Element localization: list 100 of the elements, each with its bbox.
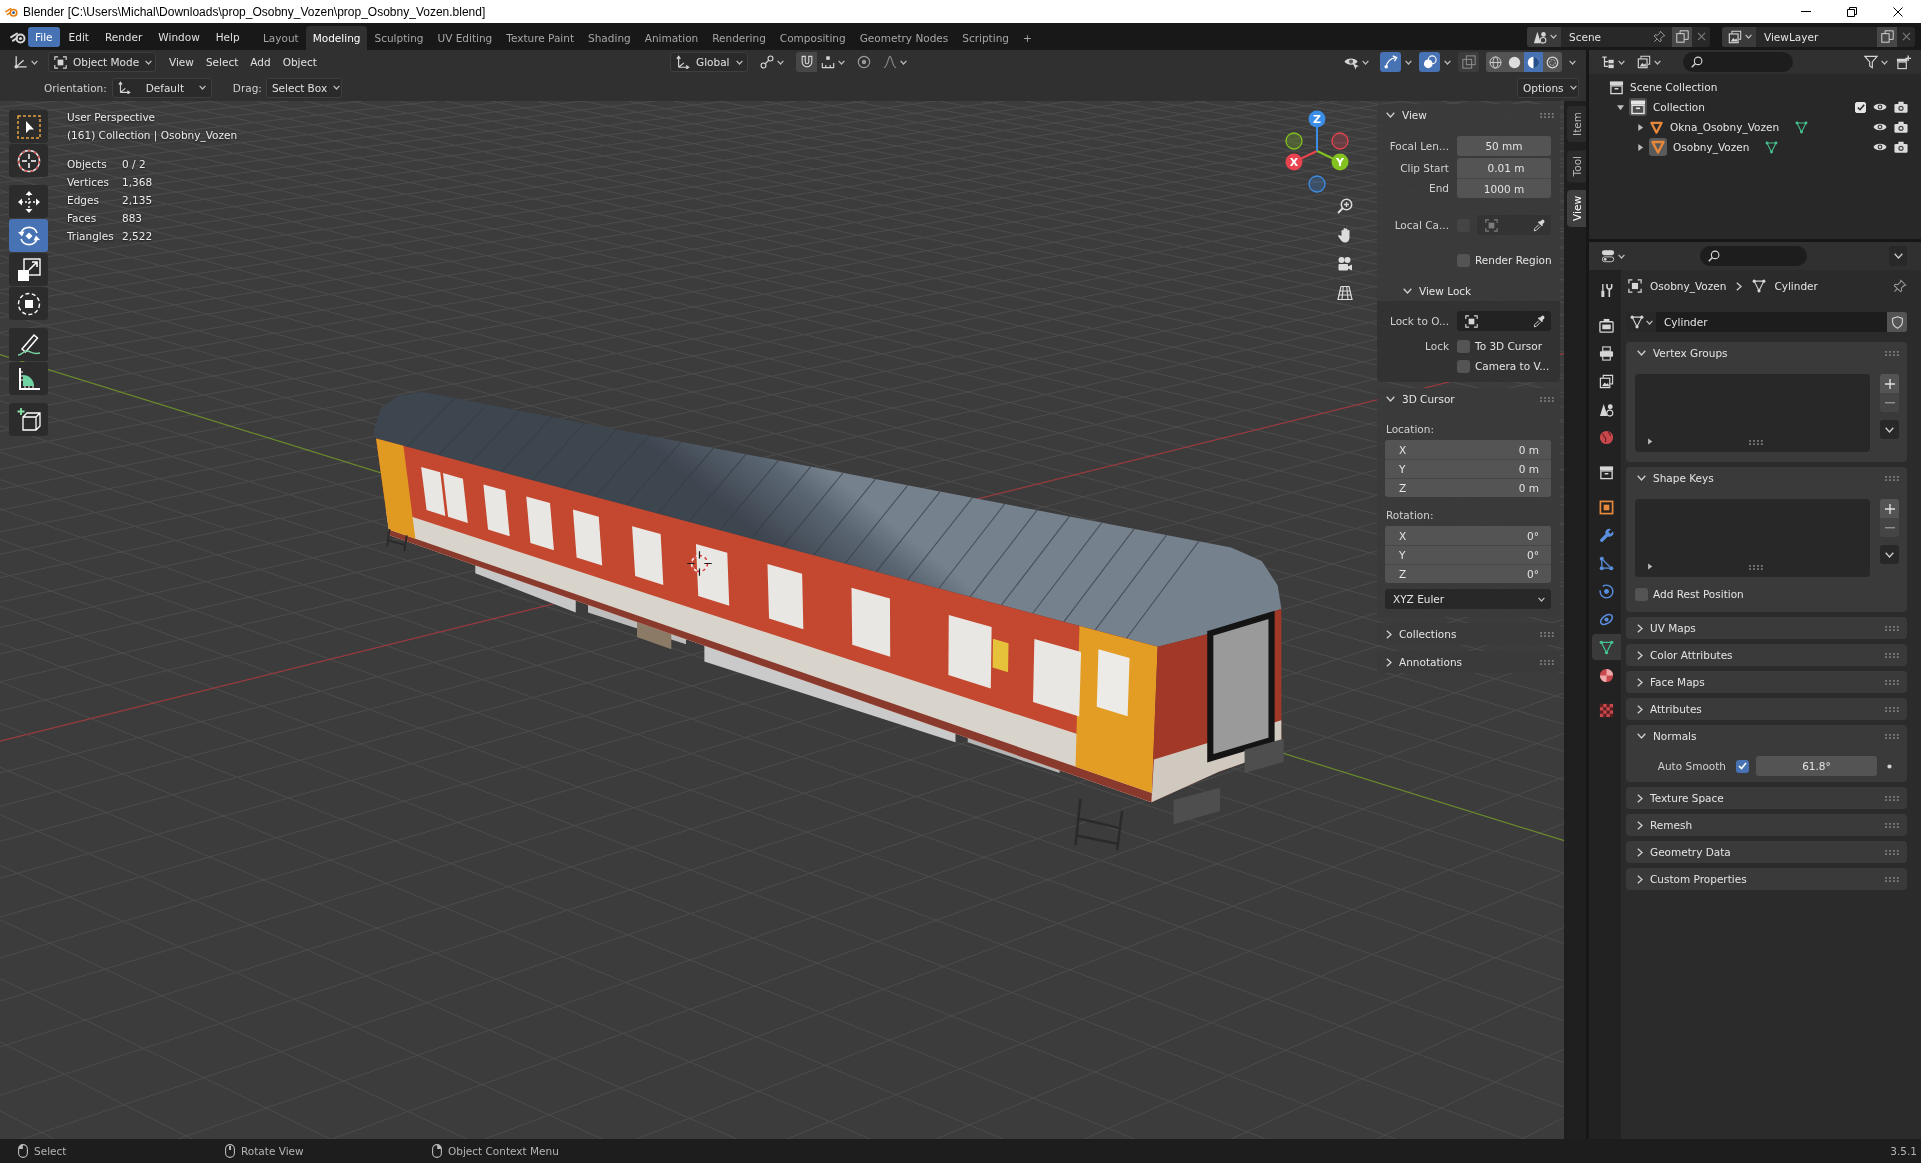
camera-icon[interactable] <box>1894 100 1908 114</box>
new-view-layer-button[interactable] <box>1877 26 1897 47</box>
panel-header[interactable]: Remesh <box>1626 814 1907 836</box>
shading-button[interactable] <box>1543 52 1562 72</box>
options-dropdown[interactable]: Options <box>1517 77 1579 98</box>
tool-button[interactable] <box>9 287 48 320</box>
menu-item[interactable]: Edit <box>61 26 96 47</box>
menu-item[interactable]: View <box>163 52 200 72</box>
snap-toggle[interactable] <box>796 52 817 72</box>
view-layer-type-button[interactable] <box>1722 26 1756 47</box>
scene-type-button[interactable] <box>1527 26 1561 47</box>
checkbox[interactable] <box>1855 101 1866 113</box>
properties-tab[interactable] <box>1592 634 1621 660</box>
ring-dot-icon[interactable] <box>857 55 871 69</box>
triangle-down-icon[interactable] <box>1617 103 1624 111</box>
gizmo-negative-handle[interactable] <box>1331 132 1349 150</box>
pin-icon[interactable] <box>1893 279 1907 293</box>
number-field[interactable]: Z 0 m <box>1385 478 1551 497</box>
object-field[interactable] <box>1457 311 1551 331</box>
orientation-dropdown[interactable]: Default <box>111 77 212 98</box>
magnifier-plus-icon[interactable] <box>1337 198 1353 214</box>
toggle-button[interactable] <box>1380 52 1401 72</box>
panel-header[interactable]: Collections <box>1377 623 1560 645</box>
mode-dropdown[interactable]: Object Mode <box>48 52 156 72</box>
close-icon[interactable] <box>1696 32 1706 41</box>
search-field[interactable] <box>1700 246 1807 266</box>
object-field[interactable] <box>1477 215 1551 235</box>
triangle-right-icon[interactable] <box>1647 563 1653 570</box>
add-item-button[interactable] <box>1880 499 1899 518</box>
panel-header[interactable]: UV Maps <box>1626 617 1907 639</box>
sidebar-tab[interactable]: Tool <box>1567 149 1586 183</box>
inverted-triangle-icon[interactable] <box>1649 138 1667 156</box>
rotation-mode-dropdown[interactable]: XYZ Euler <box>1385 589 1551 609</box>
toggle-button[interactable] <box>1419 52 1440 72</box>
outliner-item[interactable]: Okna_Osobny_Vozen <box>1670 121 1780 133</box>
number-field[interactable]: 0.01 m <box>1457 158 1551 178</box>
workspace-tab[interactable]: UV Editing <box>430 26 500 50</box>
workspace-tab[interactable]: Modeling <box>305 26 368 50</box>
number-field[interactable]: 1000 m <box>1457 178 1551 198</box>
gizmo-negative-handle[interactable] <box>1308 175 1326 193</box>
hand-icon[interactable] <box>1337 227 1353 243</box>
close-icon[interactable] <box>1901 32 1911 41</box>
triangle-right-icon[interactable] <box>1637 123 1644 131</box>
tool-button[interactable] <box>9 362 48 395</box>
tool-button[interactable] <box>9 328 48 361</box>
checkbox[interactable] <box>1635 587 1648 601</box>
inverted-triangle-icon[interactable] <box>1649 119 1664 135</box>
checkbox[interactable] <box>1736 759 1749 773</box>
panel-header[interactable]: Vertex Groups <box>1626 342 1907 364</box>
workspace-tab[interactable]: Animation <box>637 26 706 50</box>
menu-item[interactable]: Window <box>151 26 207 47</box>
toggle-button[interactable] <box>1458 52 1479 72</box>
tool-button[interactable] <box>9 144 48 177</box>
menu-item[interactable]: File <box>28 26 60 47</box>
dot-icon[interactable] <box>1887 763 1892 769</box>
caret-icon[interactable] <box>1569 59 1576 65</box>
add-item-button[interactable] <box>1880 374 1899 393</box>
menu-item[interactable]: Help <box>208 26 247 47</box>
eyedropper-icon[interactable] <box>1533 314 1546 328</box>
panel-header[interactable]: Color Attributes <box>1626 644 1907 666</box>
shading-button[interactable] <box>1505 52 1524 72</box>
panel-header[interactable]: Annotations <box>1377 651 1560 673</box>
caret-icon[interactable] <box>1444 59 1451 65</box>
fake-user-button[interactable] <box>1887 312 1907 332</box>
panel-header[interactable]: Attributes <box>1626 698 1907 720</box>
mesh-name-field[interactable]: Cylinder <box>1656 312 1887 332</box>
workspace-tab[interactable]: Shading <box>581 26 638 50</box>
camera-icon[interactable] <box>1894 140 1908 154</box>
list-menu-button[interactable] <box>1880 545 1899 564</box>
tool-button[interactable] <box>9 403 48 436</box>
tool-button[interactable] <box>9 253 48 286</box>
movie-camera-icon[interactable] <box>1337 256 1353 272</box>
shading-button[interactable] <box>1486 52 1505 72</box>
panel-header[interactable]: Geometry Data <box>1626 841 1907 863</box>
remove-item-button[interactable] <box>1880 518 1899 537</box>
panel-header[interactable]: Face Maps <box>1626 671 1907 693</box>
grid-icon[interactable] <box>1337 285 1353 301</box>
tool-button[interactable] <box>9 110 48 143</box>
number-field[interactable]: 50 mm <box>1457 136 1551 156</box>
subpanel-header[interactable]: View Lock <box>1377 281 1560 301</box>
workspace-tab[interactable]: Rendering <box>705 26 773 50</box>
panel-header[interactable]: 3D Cursor <box>1377 388 1560 410</box>
panel-header[interactable]: Texture Space <box>1626 787 1907 809</box>
number-field[interactable]: Z 0° <box>1385 564 1551 583</box>
outliner-item[interactable]: Osobny_Vozen <box>1673 141 1750 153</box>
orientation-dropdown[interactable]: Global <box>670 52 748 72</box>
checkbox[interactable] <box>1457 253 1470 267</box>
number-field[interactable]: X 0° <box>1385 526 1551 545</box>
box-plus-icon[interactable] <box>1896 54 1911 70</box>
panel-header[interactable]: Custom Properties <box>1626 868 1907 890</box>
camera-icon[interactable] <box>1894 120 1908 134</box>
workspace-tab[interactable]: Texture Paint <box>499 26 582 50</box>
gizmo-negative-handle[interactable] <box>1285 132 1303 150</box>
tool-button[interactable] <box>9 185 48 218</box>
triangle-vertices-icon[interactable] <box>1765 140 1779 154</box>
sidebar-tab[interactable]: Item <box>1567 106 1586 142</box>
workspace-tab[interactable]: Sculpting <box>367 26 431 50</box>
search-field[interactable] <box>1683 52 1793 72</box>
outliner-item[interactable]: Scene Collection <box>1630 81 1718 93</box>
menu-item[interactable]: Add <box>244 52 277 72</box>
